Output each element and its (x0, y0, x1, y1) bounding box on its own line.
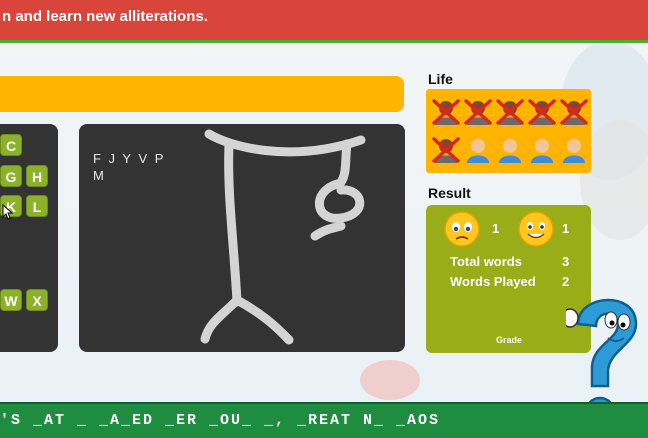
puzzle-bar: 'S _AT _ _A_ED _ER _OU_ _, _REAT N_ _AOS (0, 402, 648, 438)
noose-loop (315, 179, 365, 223)
life-remaining-icon (563, 139, 585, 163)
words-played-value: 2 (562, 274, 570, 289)
total-words-label: Total words (450, 254, 522, 269)
life-icons (432, 99, 588, 163)
life-lost-icon (432, 137, 460, 163)
key-w[interactable]: W (0, 289, 22, 311)
sad-count: 1 (492, 221, 500, 236)
banner-stripe (0, 40, 648, 43)
key-c[interactable]: C (0, 134, 22, 156)
puzzle-phrase: 'S _AT _ _A_ED _ER _OU_ _, _REAT N_ _AOS (0, 412, 441, 429)
key-g[interactable]: G (0, 165, 22, 187)
key-l[interactable]: L (26, 195, 48, 217)
life-remaining-icon (499, 139, 521, 163)
hangman-drawing (200, 129, 366, 345)
life-remaining-icon (467, 139, 489, 163)
life-title: Life (428, 71, 453, 87)
instruction-banner: n and learn new alliterations. (0, 0, 648, 40)
life-lost-icon (432, 99, 460, 125)
happy-count: 1 (562, 221, 570, 236)
mouse-cursor-icon (2, 204, 14, 220)
hangman-panel: F J Y V P M (79, 124, 405, 352)
background-character-red (360, 360, 420, 400)
gallows-pole (224, 139, 242, 307)
life-panel (426, 89, 591, 173)
life-lost-icon (464, 99, 492, 125)
gallows-right-leg (232, 295, 294, 345)
noose-tail (310, 221, 346, 241)
life-remaining-icon (531, 139, 553, 163)
hint-bar (0, 76, 404, 112)
sad-face-icon (444, 211, 480, 247)
key-x[interactable]: X (26, 289, 48, 311)
life-lost-icon (496, 99, 524, 125)
gallows-left-leg (200, 295, 242, 344)
words-played-label: Words Played (450, 274, 536, 289)
life-lost-icon (560, 99, 588, 125)
happy-face-icon (518, 211, 554, 247)
key-h[interactable]: H (26, 165, 48, 187)
result-title: Result (428, 185, 471, 201)
total-words-value: 3 (562, 254, 570, 269)
grade-label: Grade (496, 335, 523, 345)
instruction-text: n and learn new alliterations. (2, 8, 208, 25)
letter-keyboard: C G H K L W X (0, 124, 58, 352)
life-lost-icon (528, 99, 556, 125)
